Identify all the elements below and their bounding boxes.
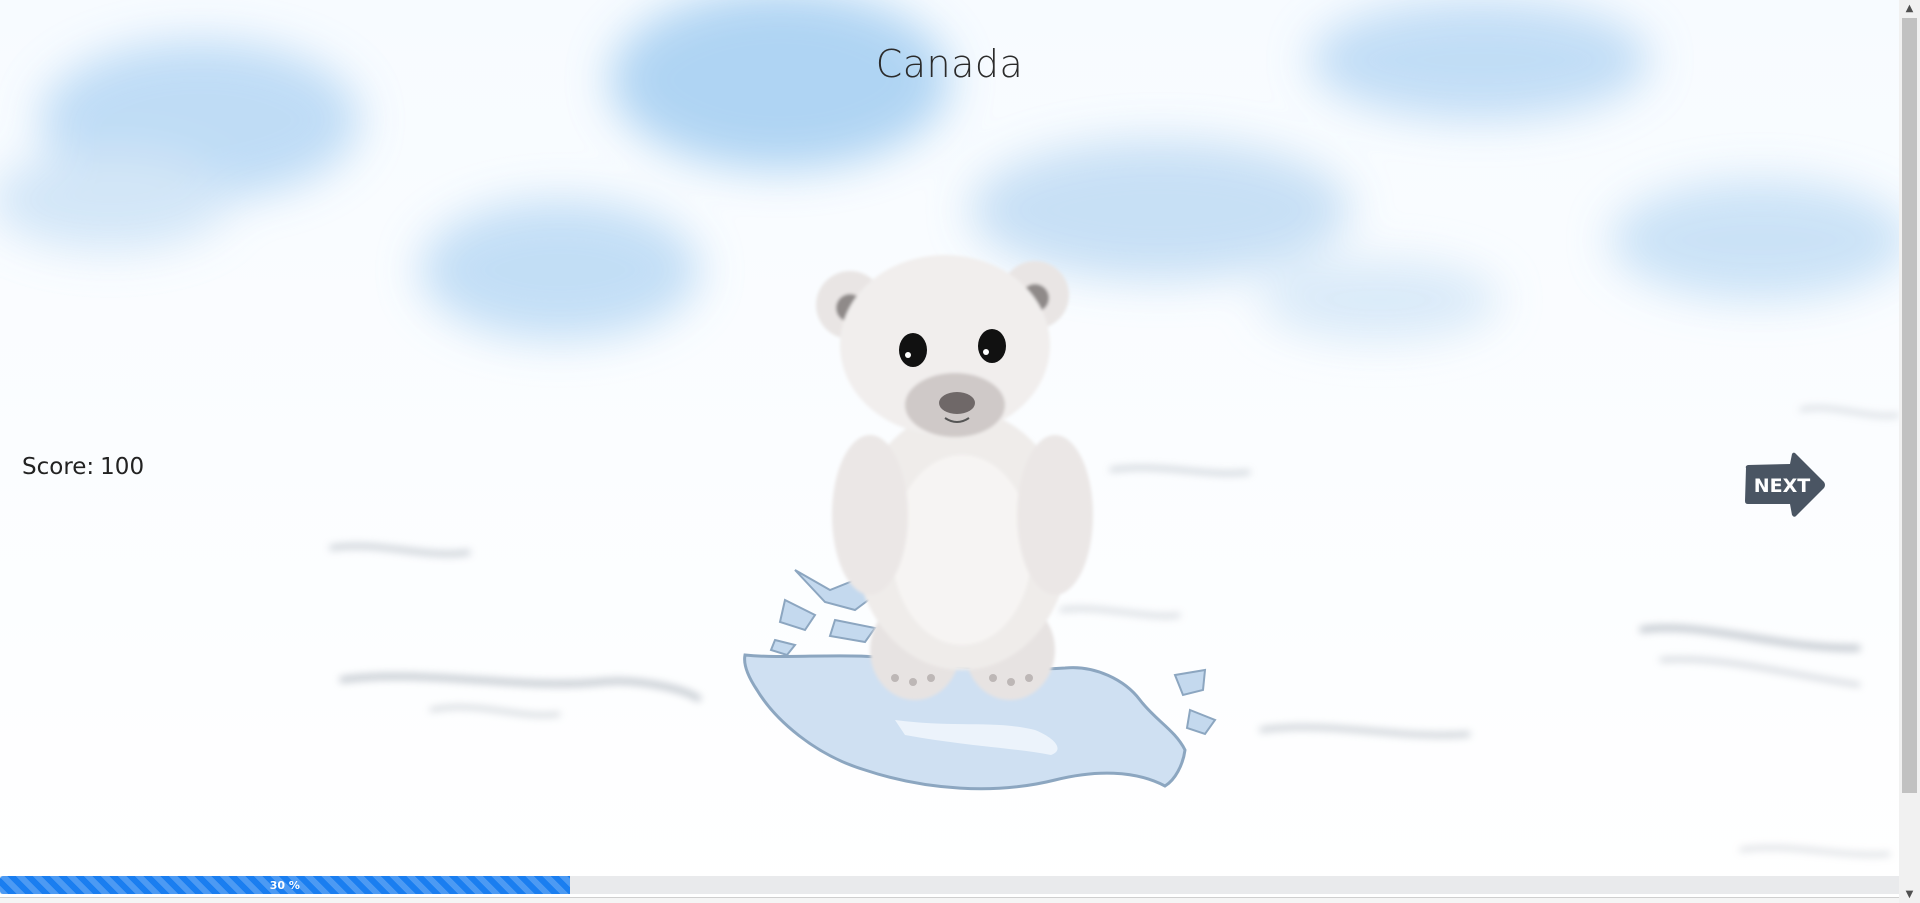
bottom-strip (0, 897, 1899, 903)
scroll-down-icon[interactable]: ▼ (1899, 886, 1920, 903)
score-label: Score: (22, 454, 95, 480)
vertical-scrollbar[interactable]: ▲ ▼ (1899, 0, 1920, 903)
game-scene: Canada Score: 100 NEXT (0, 0, 1899, 903)
progress-fill: 30 % (0, 876, 570, 894)
scroll-thumb[interactable] (1902, 18, 1917, 793)
next-button-label: NEXT (1754, 475, 1811, 497)
next-button[interactable]: NEXT (1742, 452, 1828, 518)
next-arrow-icon: NEXT (1745, 452, 1825, 517)
progress-bar: 30 % (0, 876, 1899, 894)
polar-bear-on-ice (743, 255, 1217, 791)
progress-label: 30 % (269, 878, 300, 892)
country-title: Canada (875, 42, 1024, 86)
score-value: 100 (100, 454, 145, 480)
scroll-up-icon[interactable]: ▲ (1899, 0, 1920, 17)
score-display: Score: 100 (22, 454, 144, 480)
